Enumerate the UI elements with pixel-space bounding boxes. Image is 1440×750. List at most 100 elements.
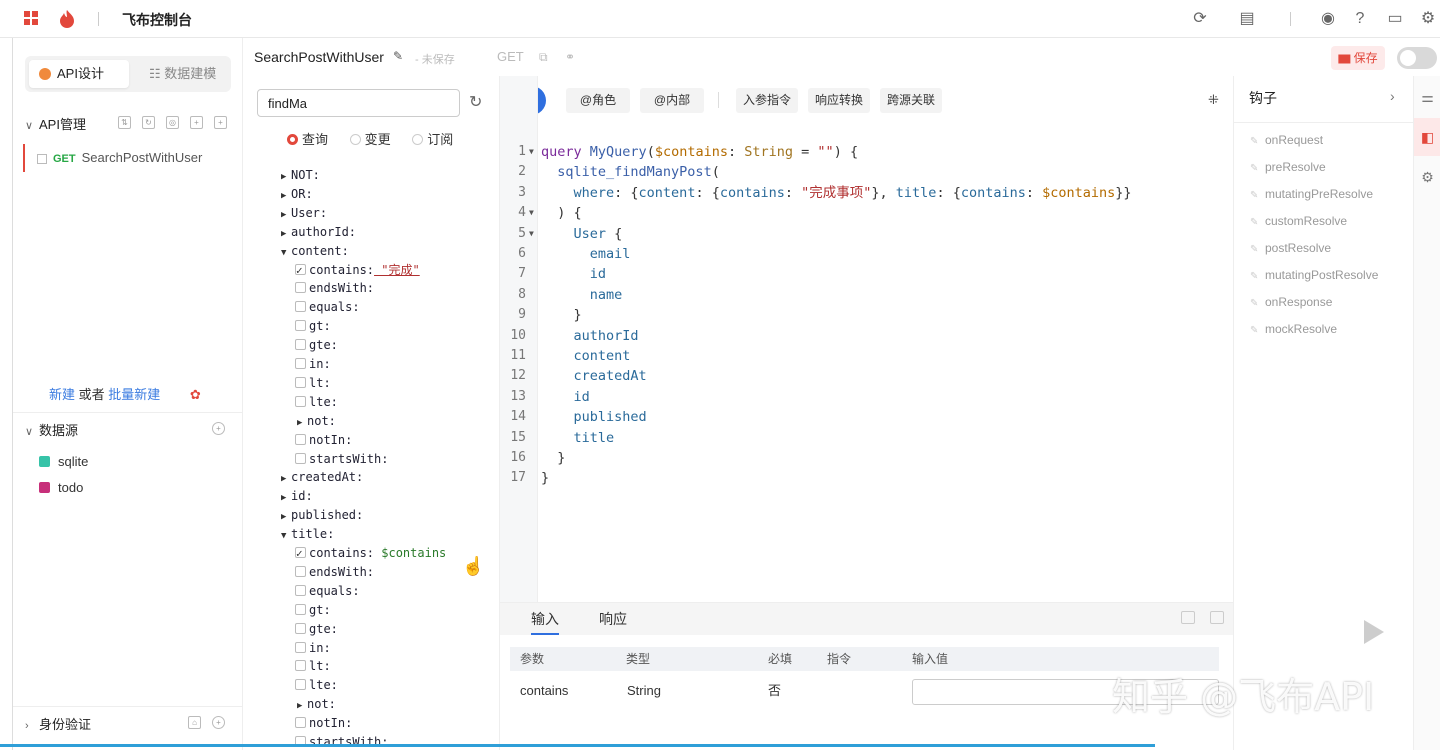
tab-data-modeling[interactable]: ☷ 数据建模 <box>149 60 216 88</box>
tree-node[interactable]: equals: <box>295 582 360 601</box>
hook-item[interactable]: ✎ mutatingPreResolve <box>1250 187 1373 201</box>
apps-grid-icon[interactable] <box>24 11 38 25</box>
add-auth-icon[interactable]: + <box>212 716 225 729</box>
tree-node[interactable]: contains: "完成" <box>295 261 420 280</box>
checkbox[interactable] <box>295 603 306 615</box>
tree-node[interactable]: ▶ not: <box>297 412 336 431</box>
caret-down-icon[interactable]: ▼ <box>281 244 291 263</box>
tree-node[interactable]: ▶ id: <box>281 487 313 506</box>
chevron-right-icon[interactable]: › <box>1390 88 1395 104</box>
tree-node[interactable]: in: <box>295 639 331 658</box>
hook-item[interactable]: ✎ customResolve <box>1250 214 1347 228</box>
add-folder-icon[interactable]: + <box>190 116 203 129</box>
tree-node[interactable]: lte: <box>295 676 338 695</box>
add-datasource-icon[interactable]: + <box>212 422 225 435</box>
checkbox[interactable] <box>295 339 306 351</box>
link-icon[interactable]: ⚭ <box>565 50 575 64</box>
tree-node[interactable]: gt: <box>295 317 331 336</box>
tree-node[interactable]: in: <box>295 355 331 374</box>
tree-node[interactable]: gt: <box>295 601 331 620</box>
tree-node[interactable]: contains: $contains <box>295 544 446 563</box>
fold-arrow-icon[interactable]: ▼ <box>529 224 534 244</box>
tab-input[interactable]: 输入 <box>531 609 559 635</box>
target-icon[interactable]: ◎ <box>166 116 179 129</box>
checkbox[interactable] <box>295 261 306 280</box>
enable-toggle[interactable] <box>1397 47 1437 69</box>
hook-item[interactable]: ✎ mutatingPostResolve <box>1250 268 1378 282</box>
fold-arrow-icon[interactable]: ▼ <box>529 142 534 162</box>
sync-icon[interactable]: ⟳ <box>1190 9 1210 29</box>
response-transform-button[interactable]: 响应转换 <box>808 88 870 113</box>
github-icon[interactable]: ◉ <box>1318 9 1338 29</box>
checkbox[interactable] <box>295 679 306 691</box>
radio-subscription[interactable]: 订阅 <box>412 132 453 147</box>
tree-node[interactable]: ▶ User: <box>281 204 327 223</box>
tree-node[interactable]: gte: <box>295 336 338 355</box>
internal-button[interactable]: @内部 <box>640 88 704 113</box>
checkbox[interactable] <box>295 584 306 596</box>
lock-icon[interactable]: ⌂ <box>188 716 201 729</box>
checkbox[interactable] <box>295 452 306 464</box>
hook-item[interactable]: ✎ postResolve <box>1250 241 1331 255</box>
hook-icon[interactable]: ◧ <box>1414 118 1440 156</box>
auth-header[interactable]: › 身份验证 <box>25 714 91 733</box>
hook-item[interactable]: ✎ preResolve <box>1250 160 1326 174</box>
input-directive-button[interactable]: 入参指令 <box>736 88 798 113</box>
gear-icon[interactable]: ✿ <box>190 387 201 402</box>
tree-node[interactable]: startsWith: <box>295 450 388 469</box>
new-link[interactable]: 新建 <box>49 387 75 402</box>
tree-node[interactable]: gte: <box>295 620 338 639</box>
refresh-icon[interactable]: ↻ <box>469 92 482 112</box>
checkbox[interactable] <box>295 376 306 388</box>
tree-node[interactable]: notIn: <box>295 431 352 450</box>
field-value[interactable]: "完成" <box>374 263 419 277</box>
tree-node[interactable]: lt: <box>295 657 331 676</box>
tree-node[interactable]: notIn: <box>295 714 352 733</box>
tree-node[interactable]: ▶ authorId: <box>281 223 356 242</box>
tree-node[interactable]: ▶ createdAt: <box>281 468 363 487</box>
tree-node[interactable]: lte: <box>295 393 338 412</box>
api-management-header[interactable]: ∨ API管理 <box>25 114 86 133</box>
checkbox[interactable] <box>295 622 306 634</box>
tree-node[interactable]: startsWith: <box>295 733 388 750</box>
tree-node[interactable]: ▼ title: <box>281 525 334 544</box>
radio-mutation[interactable]: 变更 <box>349 132 391 147</box>
collapse-icon[interactable] <box>1210 611 1224 624</box>
hook-item[interactable]: ✎ onResponse <box>1250 295 1332 309</box>
datasource-item[interactable]: todo <box>39 480 83 495</box>
explorer-search-input[interactable] <box>257 89 460 117</box>
tree-node[interactable]: ▶ NOT: <box>281 166 320 185</box>
checkbox[interactable] <box>295 282 306 294</box>
checkbox[interactable] <box>295 301 306 313</box>
tree-node[interactable]: equals: <box>295 298 360 317</box>
add-icon[interactable]: + <box>214 116 227 129</box>
document-icon[interactable]: ▤ <box>1237 9 1257 29</box>
clear-icon[interactable] <box>1181 611 1195 624</box>
tree-node[interactable]: endsWith: <box>295 279 374 298</box>
caret-down-icon[interactable]: ▼ <box>281 527 291 546</box>
settings-icon[interactable]: ⚙ <box>1418 9 1438 29</box>
checkbox[interactable] <box>295 717 306 729</box>
fold-arrow-icon[interactable]: ▼ <box>529 203 534 223</box>
tree-view-icon[interactable]: ⇅ <box>118 116 131 129</box>
checkbox[interactable] <box>295 565 306 577</box>
edit-pencil-icon[interactable]: ✎ <box>393 49 403 63</box>
settings-icon[interactable]: ⚙ <box>1414 158 1440 196</box>
tree-node[interactable]: ▶ OR: <box>281 185 313 204</box>
message-icon[interactable]: ▭ <box>1385 9 1405 29</box>
tree-node[interactable]: endsWith: <box>295 563 374 582</box>
copy-icon[interactable]: ⧉ <box>539 50 548 65</box>
checkbox[interactable] <box>295 395 306 407</box>
hook-item[interactable]: ✎ onRequest <box>1250 133 1323 147</box>
tab-api-design[interactable]: API设计 <box>29 60 129 88</box>
datasource-item[interactable]: sqlite <box>39 454 88 469</box>
hook-item[interactable]: ✎ mockResolve <box>1250 322 1337 336</box>
tab-response[interactable]: 响应 <box>599 609 627 629</box>
tree-node[interactable]: ▶ not: <box>297 695 336 714</box>
checkbox[interactable] <box>295 660 306 672</box>
fullscreen-icon[interactable]: ⁜ <box>1208 92 1219 108</box>
datasource-header[interactable]: ∨ 数据源 <box>25 420 78 439</box>
checkbox[interactable] <box>295 544 306 563</box>
tree-node[interactable]: ▶ published: <box>281 506 363 525</box>
checkbox[interactable] <box>295 641 306 653</box>
